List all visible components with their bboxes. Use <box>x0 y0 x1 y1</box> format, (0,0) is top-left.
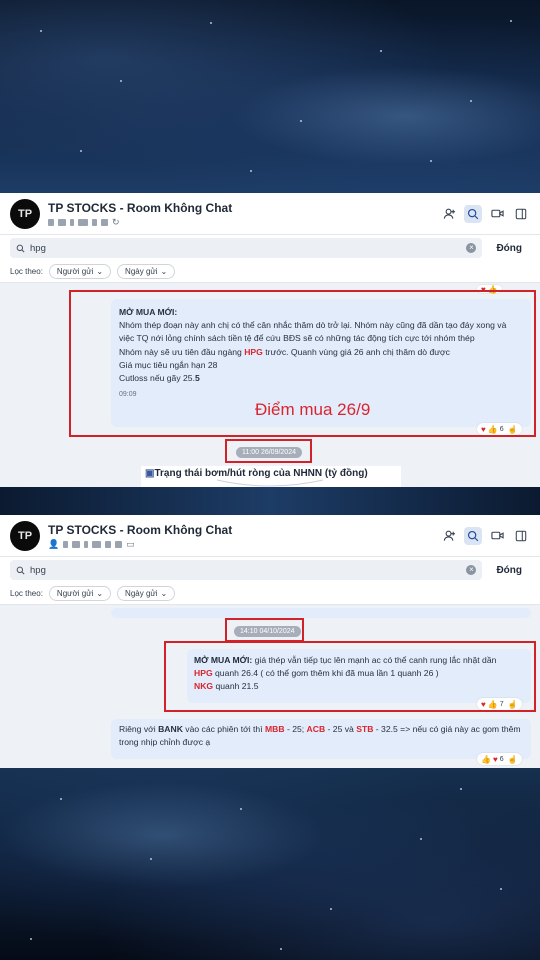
avatar[interactable]: TP <box>10 198 40 229</box>
chevron-down-icon: ⌄ <box>96 589 104 598</box>
ticker-mbb: MBB <box>264 724 285 734</box>
video-call-icon[interactable] <box>488 527 506 545</box>
chevron-down-icon: ⌄ <box>160 589 168 598</box>
add-member-icon[interactable] <box>440 205 458 223</box>
ticker-acb: ACB <box>306 724 326 734</box>
search-query: hpg <box>30 564 46 576</box>
filter-label: Lọc theo: <box>10 267 43 276</box>
highlight-box <box>225 439 312 463</box>
search-icon[interactable] <box>464 204 482 223</box>
filter-label: Lọc theo: <box>10 589 43 598</box>
thumbs-up-icon: 👍 <box>481 754 491 764</box>
filter-bar: Lọc theo: Người gửi ⌄ Ngày gửi ⌄ <box>0 583 540 605</box>
message-bubble-partial <box>111 608 531 618</box>
search-input[interactable]: hpg × <box>10 560 483 580</box>
date-filter-label: Ngày gửi <box>125 267 158 276</box>
reaction-count: 6 <box>499 755 504 763</box>
clear-icon[interactable]: × <box>466 243 477 253</box>
ticker-stb: STB <box>356 724 374 734</box>
search-icon <box>16 244 25 253</box>
reaction-bar[interactable]: 👍 ♥ 6 ☝ <box>477 753 522 765</box>
chat-header: TP TP STOCKS - Room Không Chat ↻ <box>0 193 540 235</box>
sender-filter-label: Người gửi <box>56 589 94 598</box>
tag-icon: ▭ <box>126 538 135 549</box>
ticker-bank: BANK <box>158 724 183 734</box>
search-icon <box>16 566 25 575</box>
chat-header: TP TP STOCKS - Room Không Chat 👤 ▭ <box>0 515 540 557</box>
message-bubble[interactable]: Riêng với BANK vào các phiên tới thì MBB… <box>111 719 531 759</box>
date-filter[interactable]: Ngày gửi ⌄ <box>117 264 176 279</box>
heart-icon: ♥ <box>492 754 498 764</box>
search-input[interactable]: hpg × <box>10 238 483 258</box>
member-icon: 👤 <box>48 538 60 549</box>
highlight-box <box>225 618 304 642</box>
sender-filter[interactable]: Người gửi ⌄ <box>48 586 112 601</box>
chevron-down-icon: ⌄ <box>96 267 104 276</box>
clear-icon[interactable]: × <box>466 565 477 575</box>
like-icon[interactable]: ☝ <box>508 755 518 764</box>
highlight-box <box>164 641 536 712</box>
video-call-icon[interactable] <box>488 205 506 223</box>
search-query: hpg <box>30 242 46 254</box>
search-row: hpg × Đóng <box>0 235 540 261</box>
date-filter[interactable]: Ngày gửi ⌄ <box>117 586 176 601</box>
sidebar-toggle-icon[interactable] <box>512 527 530 545</box>
member-info: ↻ <box>48 216 440 227</box>
add-member-icon[interactable] <box>440 527 458 545</box>
highlight-box <box>69 290 536 437</box>
chat-screenshot-2: TP TP STOCKS - Room Không Chat 👤 ▭ hpg ×… <box>0 515 540 768</box>
avatar[interactable]: TP <box>10 520 40 551</box>
chat-screenshot-1: TP TP STOCKS - Room Không Chat ↻ hpg × Đ… <box>0 193 540 487</box>
room-title: TP STOCKS - Room Không Chat <box>48 200 233 215</box>
date-filter-label: Ngày gửi <box>125 589 158 598</box>
message-text: Riêng với BANK vào các phiên tới thì MBB… <box>119 724 521 748</box>
refresh-icon: ↻ <box>112 216 120 227</box>
room-title: TP STOCKS - Room Không Chat <box>48 522 233 537</box>
close-search-button[interactable]: Đóng <box>496 565 522 576</box>
card-graphic <box>216 479 324 487</box>
space-background-middle <box>0 487 540 515</box>
chevron-down-icon: ⌄ <box>160 267 168 276</box>
member-info: 👤 ▭ <box>48 538 440 549</box>
sender-filter-label: Người gửi <box>56 267 94 276</box>
search-row: hpg × Đóng <box>0 557 540 583</box>
space-background-bottom <box>0 768 540 960</box>
close-search-button[interactable]: Đóng <box>496 243 522 254</box>
space-background-top <box>0 0 540 193</box>
search-icon[interactable] <box>464 526 482 545</box>
filter-bar: Lọc theo: Người gửi ⌄ Ngày gửi ⌄ <box>0 261 540 283</box>
sidebar-toggle-icon[interactable] <box>512 205 530 223</box>
sender-filter[interactable]: Người gửi ⌄ <box>48 264 112 279</box>
